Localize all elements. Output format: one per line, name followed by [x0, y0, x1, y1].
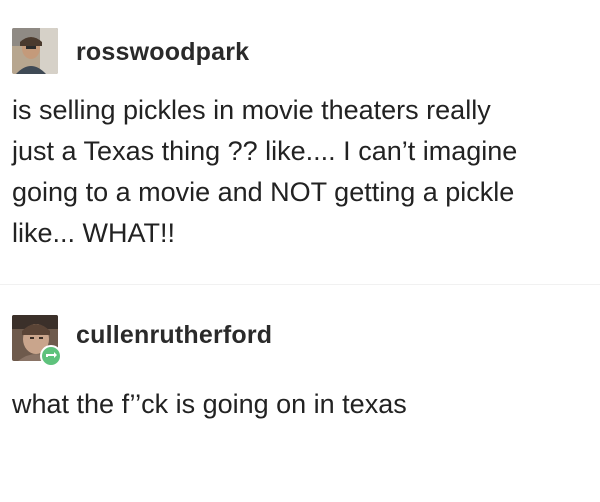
- reblog-icon: [40, 345, 62, 367]
- post-body: what the f’’ck is going on in texas: [12, 384, 590, 425]
- post-body-line: is selling pickles in movie theaters rea…: [12, 95, 491, 125]
- user-avatar-icon[interactable]: [12, 28, 58, 74]
- post-body-line: like... WHAT!!: [12, 218, 176, 248]
- post-body-line: going to a movie and NOT getting a pickl…: [12, 177, 515, 207]
- username[interactable]: cullenrutherford: [76, 321, 272, 350]
- post-rosswoodpark: rosswoodpark is selling pickles in movie…: [0, 0, 600, 285]
- tumblr-screenshot: rosswoodpark is selling pickles in movie…: [0, 0, 600, 502]
- post-body-line: what the f’’ck is going on in texas: [12, 389, 407, 419]
- post-body-line: just a Texas thing ?? like.... I can’t i…: [12, 136, 518, 166]
- username[interactable]: rosswoodpark: [76, 38, 249, 67]
- post-body: is selling pickles in movie theaters rea…: [12, 90, 590, 254]
